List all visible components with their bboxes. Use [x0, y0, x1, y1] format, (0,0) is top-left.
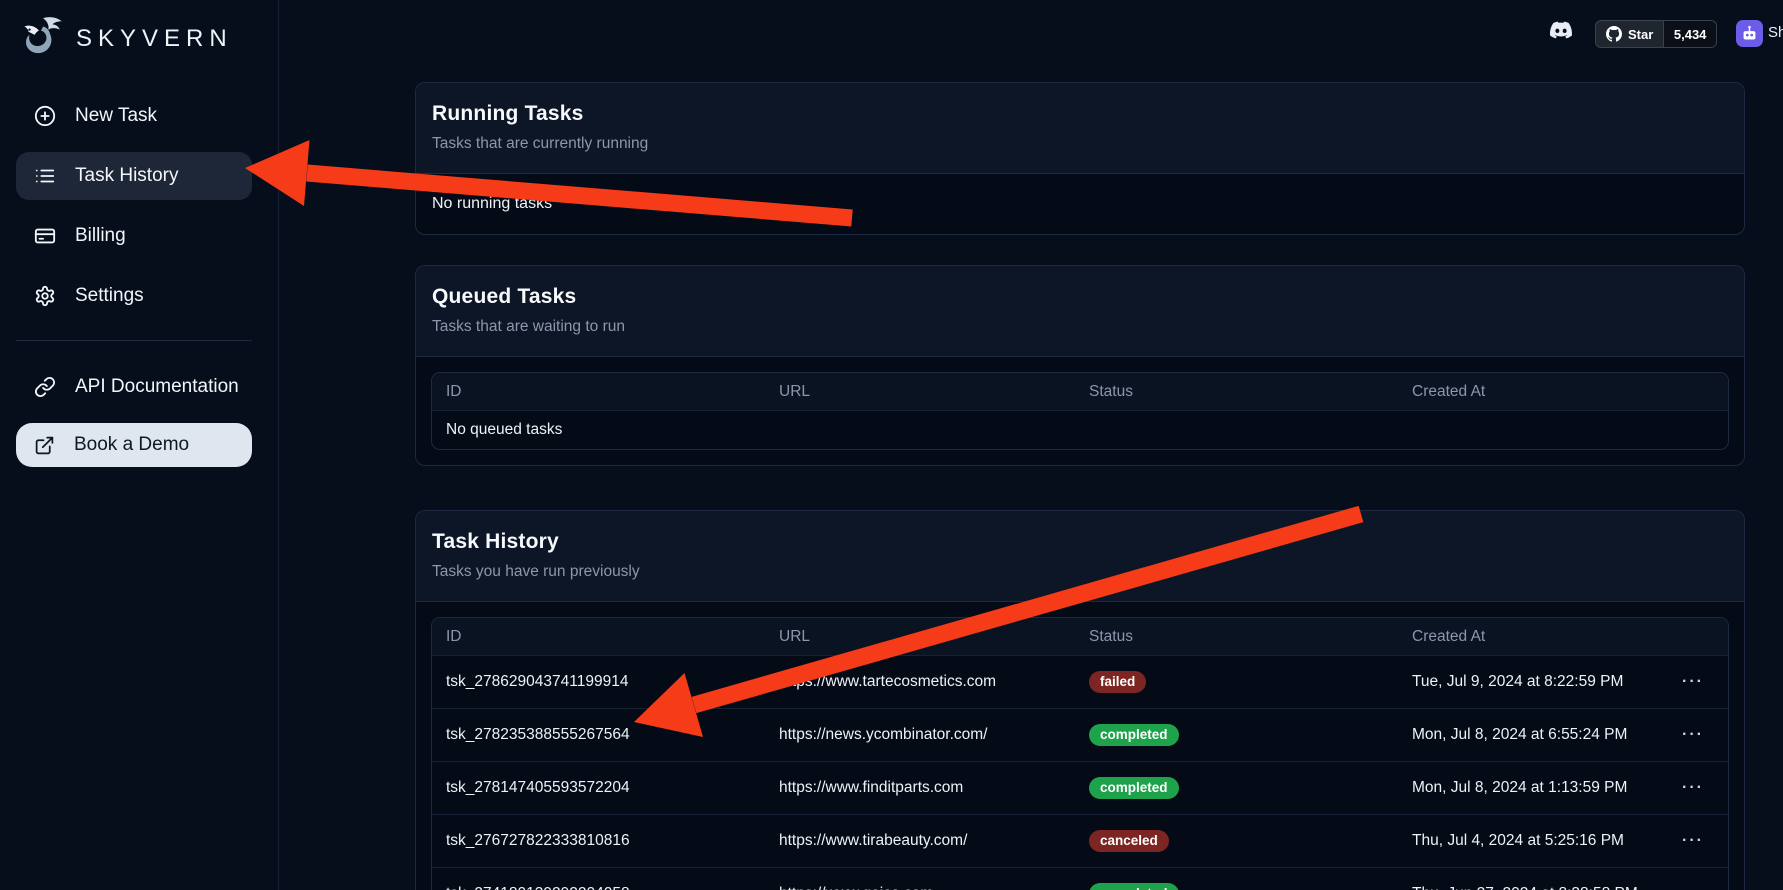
card-title: Running Tasks — [432, 102, 1728, 126]
task-url-cell: https://www.geico.com — [765, 868, 1075, 890]
gear-icon — [34, 285, 56, 307]
task-created-at-cell: Thu, Jun 27, 2024 at 8:38:58 PM — [1398, 868, 1658, 890]
running-tasks-card: Running Tasks Tasks that are currently r… — [415, 82, 1745, 235]
column-header-actions — [1658, 618, 1728, 655]
sidebar-item-label: API Documentation — [75, 376, 239, 398]
sidebar-item-task-history[interactable]: Task History — [16, 152, 252, 200]
task-id-cell: tsk_278235388555267564 — [432, 709, 765, 761]
task-history-header: Task History Tasks you have run previous… — [416, 511, 1744, 602]
status-badge: canceled — [1089, 830, 1169, 853]
plus-circle-icon — [34, 105, 56, 127]
task-history-row[interactable]: tsk_274180139292204058https://www.geico.… — [432, 867, 1728, 890]
brand-name: SKYVERN — [76, 25, 233, 53]
task-status-cell: completed — [1075, 709, 1398, 761]
task-created-at-cell: Tue, Jul 9, 2024 at 8:22:59 PM — [1398, 656, 1658, 708]
sidebar-item-label: Settings — [75, 285, 144, 307]
column-header-id: ID — [432, 373, 765, 410]
task-history-rows: tsk_278629043741199914https://www.tartec… — [432, 655, 1728, 890]
task-history-table: ID URL Status Created At tsk_27862904374… — [431, 617, 1729, 890]
column-header-id: ID — [432, 618, 765, 655]
card-title: Queued Tasks — [432, 285, 1728, 309]
sidebar-nav: New Task Task History Billing Settings A… — [16, 92, 252, 467]
task-history-row[interactable]: tsk_276727822333810816https://www.tirabe… — [432, 814, 1728, 867]
queued-tasks-empty-message: No queued tasks — [432, 410, 1728, 449]
card-subtitle: Tasks that are currently running — [432, 135, 1728, 153]
sidebar-item-label: New Task — [75, 105, 157, 127]
status-badge: completed — [1089, 724, 1179, 747]
column-header-status: Status — [1075, 618, 1398, 655]
app-root: SKYVERN New Task Task History Billing Se… — [0, 0, 1783, 890]
queued-tasks-header: Queued Tasks Tasks that are waiting to r… — [416, 266, 1744, 357]
sidebar-item-settings[interactable]: Settings — [16, 272, 252, 320]
task-url-cell: https://www.tirabeauty.com/ — [765, 815, 1075, 867]
sidebar: SKYVERN New Task Task History Billing Se… — [0, 0, 279, 890]
card-subtitle: Tasks that are waiting to run — [432, 318, 1728, 336]
table-header-row: ID URL Status Created At — [432, 373, 1728, 410]
task-history-row[interactable]: tsk_278235388555267564https://news.ycomb… — [432, 708, 1728, 761]
task-history-row[interactable]: tsk_278629043741199914https://www.tartec… — [432, 655, 1728, 708]
running-tasks-header: Running Tasks Tasks that are currently r… — [416, 83, 1744, 174]
task-status-cell: failed — [1075, 656, 1398, 708]
sidebar-item-label: Book a Demo — [74, 434, 189, 456]
sidebar-item-api-documentation[interactable]: API Documentation — [16, 363, 252, 411]
sidebar-item-new-task[interactable]: New Task — [16, 92, 252, 140]
task-url-cell: https://www.tartecosmetics.com — [765, 656, 1075, 708]
table-header-row: ID URL Status Created At — [432, 618, 1728, 655]
task-status-cell: canceled — [1075, 815, 1398, 867]
credit-card-icon — [34, 225, 56, 247]
row-actions-button[interactable]: ··· — [1658, 868, 1728, 890]
row-actions-button[interactable]: ··· — [1658, 656, 1728, 708]
task-id-cell: tsk_278147405593572204 — [432, 762, 765, 814]
running-tasks-empty-message: No running tasks — [416, 174, 1744, 234]
card-subtitle: Tasks you have run previously — [432, 563, 1728, 581]
task-history-row[interactable]: tsk_278147405593572204https://www.findit… — [432, 761, 1728, 814]
task-created-at-cell: Mon, Jul 8, 2024 at 1:13:59 PM — [1398, 762, 1658, 814]
queued-tasks-table: ID URL Status Created At No queued tasks — [431, 372, 1729, 450]
status-badge: completed — [1089, 777, 1179, 800]
status-badge: failed — [1089, 671, 1146, 694]
task-id-cell: tsk_276727822333810816 — [432, 815, 765, 867]
task-created-at-cell: Thu, Jul 4, 2024 at 5:25:16 PM — [1398, 815, 1658, 867]
brand-logo[interactable]: SKYVERN — [16, 10, 252, 68]
row-actions-button[interactable]: ··· — [1658, 762, 1728, 814]
sidebar-item-label: Task History — [75, 165, 178, 187]
task-id-cell: tsk_278629043741199914 — [432, 656, 765, 708]
column-header-url: URL — [765, 618, 1075, 655]
main-content: Running Tasks Tasks that are currently r… — [279, 0, 1783, 890]
list-icon — [34, 165, 56, 187]
link-icon — [34, 376, 56, 398]
task-url-cell: https://www.finditparts.com — [765, 762, 1075, 814]
status-badge: completed — [1089, 883, 1179, 890]
sidebar-item-billing[interactable]: Billing — [16, 212, 252, 260]
card-title: Task History — [432, 530, 1728, 554]
sidebar-item-book-a-demo[interactable]: Book a Demo — [16, 423, 252, 467]
column-header-status: Status — [1075, 373, 1398, 410]
column-header-created-at: Created At — [1398, 618, 1658, 655]
task-url-cell: https://news.ycombinator.com/ — [765, 709, 1075, 761]
task-created-at-cell: Mon, Jul 8, 2024 at 6:55:24 PM — [1398, 709, 1658, 761]
task-status-cell: completed — [1075, 868, 1398, 890]
row-actions-button[interactable]: ··· — [1658, 709, 1728, 761]
external-link-icon — [34, 435, 55, 456]
column-header-created-at: Created At — [1398, 373, 1728, 410]
task-status-cell: completed — [1075, 762, 1398, 814]
sidebar-divider — [16, 340, 252, 341]
row-actions-button[interactable]: ··· — [1658, 815, 1728, 867]
queued-tasks-card: Queued Tasks Tasks that are waiting to r… — [415, 265, 1745, 466]
dragon-logo-icon — [16, 14, 66, 64]
column-header-url: URL — [765, 373, 1075, 410]
task-history-card: Task History Tasks you have run previous… — [415, 510, 1745, 890]
task-id-cell: tsk_274180139292204058 — [432, 868, 765, 890]
sidebar-item-label: Billing — [75, 225, 126, 247]
